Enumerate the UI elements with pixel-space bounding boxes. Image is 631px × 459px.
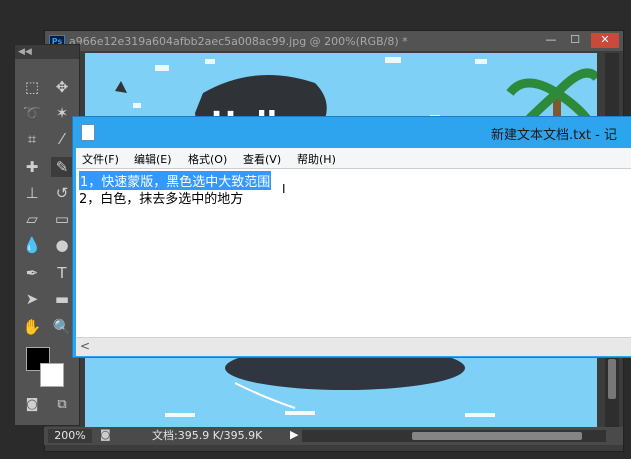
path-select-icon[interactable]: ➤ (21, 289, 43, 309)
menu-format[interactable]: 格式(O) (188, 151, 227, 167)
notepad-titlebar[interactable]: 新建文本文档.txt - 记 (73, 117, 631, 147)
close-button[interactable]: ✕ (591, 33, 619, 48)
hand-icon[interactable]: ✋ (21, 317, 43, 337)
notepad-window: 新建文本文档.txt - 记 文件(F) 编辑(E) 格式(O) 查看(V) 帮… (72, 116, 631, 358)
type-icon[interactable]: T (51, 263, 73, 283)
notepad-horizontal-scrollbar[interactable]: < (76, 337, 631, 356)
document-tab[interactable]: Ps a966e12e319a604afbb2aec5a008ac99.jpg … (45, 31, 623, 51)
gradient-icon[interactable]: ▭ (51, 209, 73, 229)
eyedropper-icon[interactable]: ⁄ (51, 129, 73, 149)
screen-mode-icon[interactable]: ⧉ (51, 395, 73, 415)
healing-icon[interactable]: ✚ (21, 157, 43, 177)
marquee-icon[interactable]: ⬚ (21, 77, 43, 97)
eraser-icon[interactable]: ▱ (21, 209, 43, 229)
status-menu-icon[interactable]: ◙ (100, 428, 111, 441)
tools-panel: ◀◀ ⬚ ✥ ➰ ✶ ⌗ ⁄ ✚ ✎ ⊥ ↺ ▱ ▭ 💧 ● ✒ T ➤ ▬ ✋… (14, 44, 80, 426)
scroll-left-icon[interactable]: < (80, 339, 90, 353)
status-arrow-icon[interactable]: ▶ (290, 428, 298, 441)
stamp-icon[interactable]: ⊥ (21, 183, 43, 203)
blur-icon[interactable]: 💧 (21, 235, 43, 255)
zoom-icon[interactable]: 🔍 (51, 317, 73, 337)
notepad-text-area[interactable]: 1，快速蒙版，黑色选中大致范围 2，白色，抹去多选中的地方 (76, 168, 631, 347)
shape-icon[interactable]: ▬ (51, 289, 73, 309)
background-color-swatch[interactable] (40, 363, 64, 387)
horizontal-scrollbar[interactable] (302, 430, 606, 442)
document-info: 文档:395.9 K/395.9K (152, 429, 263, 442)
status-bar: 200% ◙ 文档:395.9 K/395.9K ▶ (44, 427, 623, 445)
quick-mask-icon[interactable]: ◙ (21, 395, 43, 415)
zoom-level-field[interactable]: 200% (48, 429, 92, 443)
menu-edit[interactable]: 编辑(E) (134, 151, 172, 167)
scrollbar-thumb[interactable] (412, 432, 582, 440)
dodge-icon[interactable]: ● (51, 235, 73, 255)
menu-file[interactable]: 文件(F) (82, 151, 119, 167)
crop-icon[interactable]: ⌗ (21, 129, 43, 149)
notepad-title: 新建文本文档.txt - 记 (491, 128, 617, 143)
notepad-icon (81, 124, 95, 141)
text-line[interactable]: 2，白色，抹去多选中的地方 (79, 188, 243, 207)
pen-icon[interactable]: ✒ (21, 263, 43, 283)
notepad-menubar: 文件(F) 编辑(E) 格式(O) 查看(V) 帮助(H) (76, 148, 631, 168)
brush-icon[interactable]: ✎ (51, 157, 73, 177)
menu-help[interactable]: 帮助(H) (297, 151, 336, 167)
menu-view[interactable]: 查看(V) (243, 151, 281, 167)
history-brush-icon[interactable]: ↺ (51, 183, 73, 203)
document-title: a966e12e319a604afbb2aec5a008ac99.jpg @ 2… (69, 35, 408, 48)
lasso-icon[interactable]: ➰ (21, 103, 43, 123)
magic-wand-icon[interactable]: ✶ (51, 103, 73, 123)
minimize-button[interactable]: — (541, 33, 561, 48)
panel-collapse-handle[interactable]: ◀◀ (15, 45, 79, 59)
move-icon[interactable]: ✥ (51, 77, 73, 97)
scrollbar-thumb[interactable] (608, 359, 616, 399)
text-cursor-icon: I (282, 182, 286, 196)
maximize-button[interactable]: ☐ (565, 33, 585, 48)
